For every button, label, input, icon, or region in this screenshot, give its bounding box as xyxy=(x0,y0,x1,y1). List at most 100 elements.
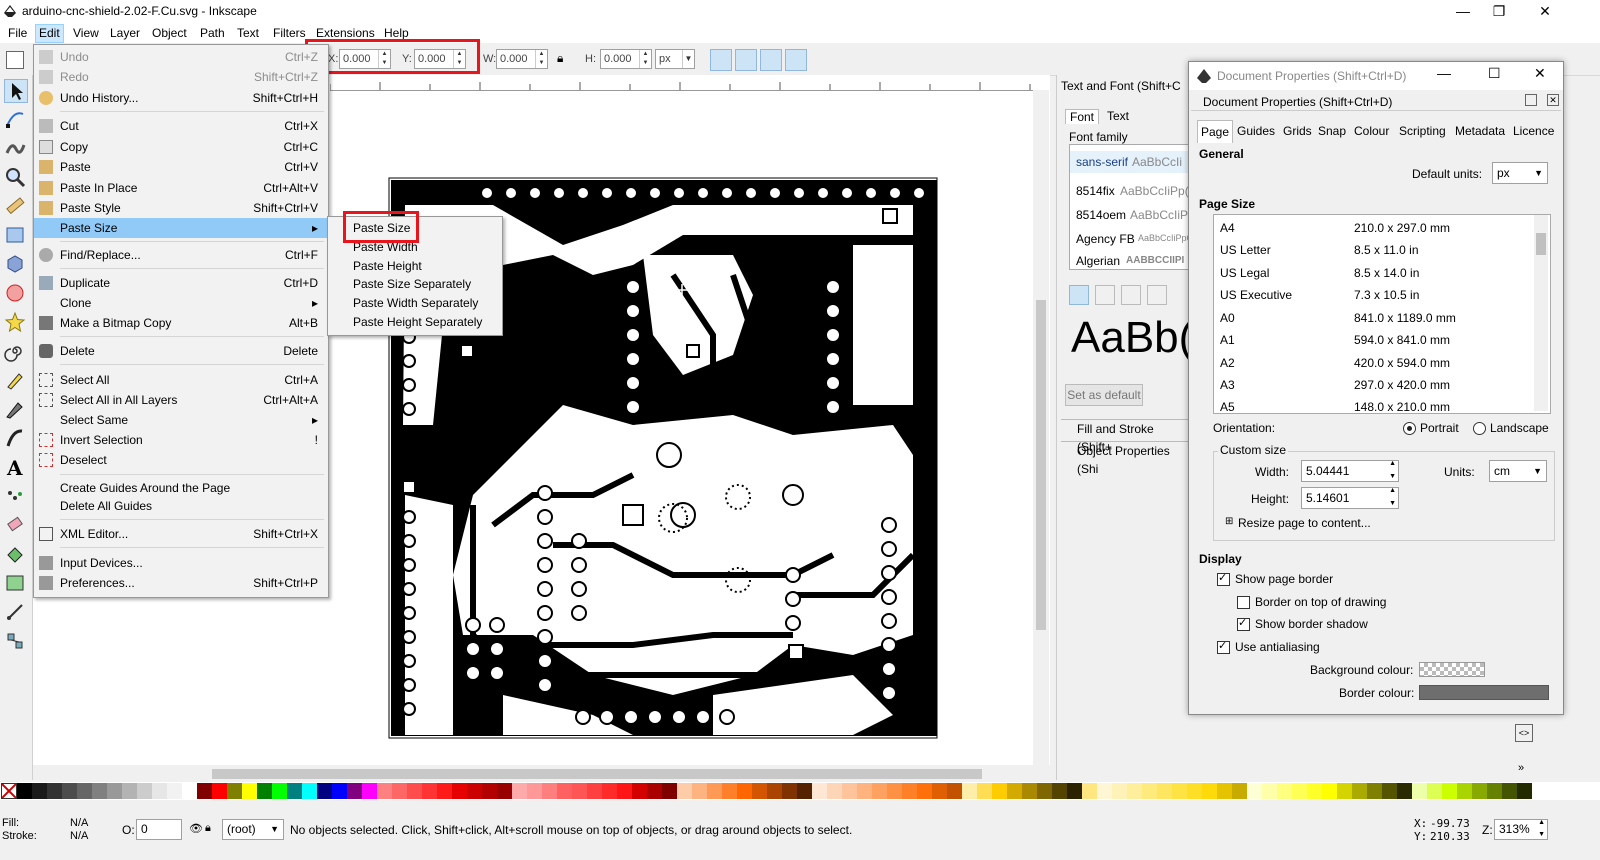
menu-undo[interactable]: Undo Ctrl+Z xyxy=(34,47,328,67)
color-swatch[interactable] xyxy=(632,783,647,799)
tab-colour[interactable]: Colour xyxy=(1354,120,1389,142)
calligraphy-tool-icon[interactable] xyxy=(4,427,28,451)
font-list[interactable]: sans-serif AaBbCcIi 8514fix AaBbCcIiPp( … xyxy=(1069,144,1193,270)
menu-object[interactable]: Object xyxy=(149,25,190,42)
color-swatch[interactable] xyxy=(662,783,677,799)
star-tool-icon[interactable] xyxy=(4,311,28,335)
menu-xml-editor[interactable]: XML Editor... Shift+Ctrl+X xyxy=(34,524,328,544)
menu-text[interactable]: Text xyxy=(234,25,262,42)
color-palette[interactable] xyxy=(0,782,1600,800)
color-swatch[interactable] xyxy=(332,783,347,799)
color-swatch[interactable] xyxy=(227,783,242,799)
color-swatch[interactable] xyxy=(302,783,317,799)
color-swatch[interactable] xyxy=(47,783,62,799)
color-swatch[interactable] xyxy=(932,783,947,799)
color-swatch[interactable] xyxy=(827,783,842,799)
color-swatch[interactable] xyxy=(407,783,422,799)
tab-grids[interactable]: Grids xyxy=(1283,120,1312,142)
menu-filters[interactable]: Filters xyxy=(270,25,309,42)
color-swatch[interactable] xyxy=(1142,783,1157,799)
color-swatch[interactable] xyxy=(572,783,587,799)
align-justify-icon[interactable] xyxy=(1147,285,1167,305)
fill-stroke-tab[interactable]: Fill and Stroke (Shift+ xyxy=(1061,419,1191,454)
color-swatch[interactable] xyxy=(1097,783,1112,799)
color-swatch[interactable] xyxy=(1022,783,1037,799)
color-swatch[interactable] xyxy=(1397,783,1412,799)
color-swatch[interactable] xyxy=(1007,783,1022,799)
lock-icon[interactable]: 🔒︎ xyxy=(557,51,563,66)
menu-path[interactable]: Path xyxy=(197,25,228,42)
color-swatch[interactable] xyxy=(617,783,632,799)
tweak-tool-icon[interactable] xyxy=(4,137,28,161)
color-swatch[interactable] xyxy=(1322,783,1337,799)
color-swatch[interactable] xyxy=(1232,783,1247,799)
color-swatch[interactable] xyxy=(587,783,602,799)
color-swatch[interactable] xyxy=(497,783,512,799)
color-swatch[interactable] xyxy=(557,783,572,799)
swatch-row[interactable] xyxy=(17,783,1557,799)
more-commands-icon[interactable]: » xyxy=(1518,762,1524,774)
color-swatch[interactable] xyxy=(362,783,377,799)
tab-text[interactable]: Text xyxy=(1103,109,1133,123)
scale-stroke-button[interactable] xyxy=(710,49,732,71)
horizontal-ruler[interactable] xyxy=(329,76,1045,91)
submenu-paste-size-separately[interactable]: Paste Size Separately xyxy=(328,275,502,294)
color-swatch[interactable] xyxy=(722,783,737,799)
color-swatch[interactable] xyxy=(917,783,932,799)
units-select[interactable]: cm ▼ xyxy=(1489,460,1547,482)
close-button[interactable]: ✕ xyxy=(1522,0,1568,24)
paint-bucket-tool-icon[interactable] xyxy=(4,543,28,567)
layer-select[interactable]: (root) ▼ xyxy=(222,819,284,840)
dropper-tool-icon[interactable] xyxy=(4,630,28,654)
visibility-icon[interactable]: 👁︎ xyxy=(189,822,203,835)
menu-paste-size[interactable]: Paste Size ▸ xyxy=(34,218,328,238)
color-swatch[interactable] xyxy=(377,783,392,799)
tab-snap[interactable]: Snap xyxy=(1318,120,1346,142)
color-swatch[interactable] xyxy=(782,783,797,799)
color-swatch[interactable] xyxy=(647,783,662,799)
color-swatch[interactable] xyxy=(797,783,812,799)
unit-select[interactable]: px ▼ xyxy=(655,49,695,69)
spray-tool-icon[interactable] xyxy=(4,485,28,509)
color-swatch[interactable] xyxy=(1277,783,1292,799)
close-panel-icon[interactable]: ✕ xyxy=(1547,94,1559,106)
portrait-radio[interactable] xyxy=(1403,422,1416,435)
color-swatch[interactable] xyxy=(107,783,122,799)
color-swatch[interactable] xyxy=(467,783,482,799)
menu-create-guides[interactable]: Create Guides Around the Page xyxy=(34,478,328,498)
xml-editor-icon[interactable]: <> xyxy=(1515,724,1533,742)
landscape-radio[interactable] xyxy=(1473,422,1486,435)
menu-delete[interactable]: Delete Delete xyxy=(34,341,328,361)
color-swatch[interactable] xyxy=(602,783,617,799)
default-units-select[interactable]: px ▼ xyxy=(1492,162,1548,184)
color-swatch[interactable] xyxy=(1202,783,1217,799)
horizontal-scroll-thumb[interactable] xyxy=(212,769,982,779)
color-swatch[interactable] xyxy=(1487,783,1502,799)
color-swatch[interactable] xyxy=(677,783,692,799)
page-size-scrollbar[interactable] xyxy=(1534,215,1548,411)
tab-font[interactable]: Font xyxy=(1065,109,1100,124)
color-swatch[interactable] xyxy=(1472,783,1487,799)
color-swatch[interactable] xyxy=(317,783,332,799)
menu-select-all[interactable]: Select All Ctrl+A xyxy=(34,370,328,390)
zoom-input[interactable]: 313% ▲ ▼ xyxy=(1494,819,1548,840)
docprops-maximize-button[interactable]: ☐ xyxy=(1488,65,1501,82)
width-input[interactable]: 5.04441 ▲ ▼ xyxy=(1301,460,1399,482)
menu-copy[interactable]: Copy Ctrl+C xyxy=(34,137,328,157)
color-swatch[interactable] xyxy=(1172,783,1187,799)
show-border-checkbox[interactable] xyxy=(1217,571,1230,586)
submenu-paste-height-separately[interactable]: Paste Height Separately xyxy=(328,313,502,332)
color-swatch[interactable] xyxy=(437,783,452,799)
document-icon[interactable] xyxy=(6,51,24,69)
color-swatch[interactable] xyxy=(857,783,872,799)
color-swatch[interactable] xyxy=(1037,783,1052,799)
color-swatch[interactable] xyxy=(482,783,497,799)
height-input[interactable]: 5.14601 ▲ ▼ xyxy=(1301,487,1399,509)
color-swatch[interactable] xyxy=(1457,783,1472,799)
color-swatch[interactable] xyxy=(1052,783,1067,799)
menu-preferences[interactable]: Preferences... Shift+Ctrl+P xyxy=(34,573,328,593)
color-swatch[interactable] xyxy=(1112,783,1127,799)
antialias-checkbox[interactable] xyxy=(1217,639,1230,654)
transform-gradients-button[interactable] xyxy=(760,49,782,71)
eraser-tool-icon[interactable] xyxy=(4,514,28,538)
